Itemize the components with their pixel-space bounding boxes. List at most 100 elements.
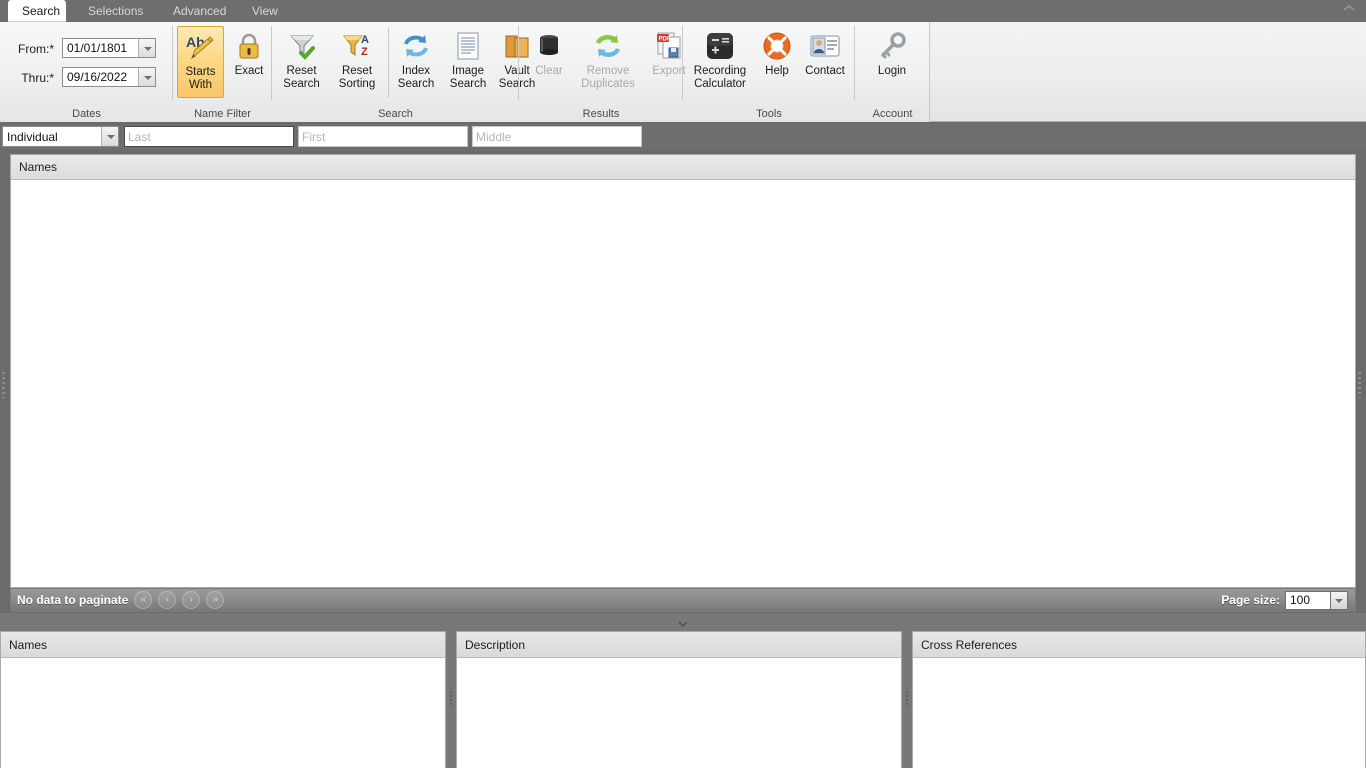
- tab-advanced-label: Advanced: [173, 4, 226, 18]
- thru-date-dropdown-icon[interactable]: [138, 68, 155, 86]
- detail-splitter-left[interactable]: [446, 631, 456, 768]
- reset-sorting-label-2: Sorting: [339, 78, 375, 91]
- life-ring-icon: [762, 30, 792, 62]
- splitter-collapse-icon[interactable]: [678, 621, 690, 628]
- padlock-icon: [236, 30, 262, 62]
- from-date-dropdown-icon[interactable]: [138, 39, 155, 57]
- index-search-label-1: Index: [402, 65, 430, 78]
- last-page-button[interactable]: »: [206, 591, 224, 609]
- starts-with-button[interactable]: Ab Starts With: [177, 26, 224, 98]
- exact-button[interactable]: Exact: [229, 26, 269, 78]
- group-label-name-filter: Name Filter: [173, 108, 272, 120]
- group-label-tools: Tools: [683, 108, 855, 120]
- pagination-message: No data to paginate: [17, 593, 128, 607]
- column-header-names[interactable]: Names: [11, 160, 57, 174]
- results-grid: Names: [10, 154, 1356, 588]
- first-name-input[interactable]: [298, 126, 468, 147]
- tab-selections[interactable]: Selections: [74, 0, 157, 22]
- starts-with-label-1: Starts: [185, 66, 215, 79]
- first-page-button[interactable]: «: [134, 591, 152, 609]
- reset-sorting-button[interactable]: A Z Reset Sorting: [330, 26, 384, 91]
- image-search-button[interactable]: Image Search: [443, 26, 493, 91]
- key-icon: [877, 30, 907, 62]
- group-label-account: Account: [855, 108, 930, 120]
- detail-panel-cross-references: Cross References: [912, 631, 1366, 768]
- page-size-dropdown-icon[interactable]: [1331, 591, 1348, 610]
- recycle-arrows-icon: [593, 30, 623, 62]
- recording-calculator-button[interactable]: Recording Calculator: [687, 26, 753, 91]
- detail-panel-names-header: Names: [1, 632, 445, 658]
- recording-calculator-label-1: Recording: [694, 65, 746, 78]
- contact-label: Contact: [805, 65, 845, 78]
- tab-search-label: Search: [22, 4, 60, 18]
- right-splitter-grip[interactable]: [1358, 372, 1361, 398]
- detail-panel-cross-references-title: Cross References: [913, 638, 1017, 652]
- page-size-value: 100: [1286, 593, 1330, 607]
- group-label-search: Search: [272, 108, 519, 120]
- detail-splitter-right[interactable]: [902, 631, 912, 768]
- chevron-up-icon[interactable]: [1343, 4, 1359, 18]
- ribbon-group-results: Clear Remove Duplicates: [519, 22, 683, 122]
- last-name-input[interactable]: [124, 126, 294, 147]
- thru-date-field[interactable]: 09/16/2022: [62, 67, 156, 87]
- exact-label: Exact: [235, 65, 264, 78]
- page-size-label: Page size:: [1221, 593, 1280, 607]
- tab-advanced[interactable]: Advanced: [159, 0, 240, 22]
- index-search-button[interactable]: Index Search: [391, 26, 441, 91]
- reset-sorting-label-1: Reset: [342, 65, 372, 78]
- login-button[interactable]: Login: [865, 26, 919, 78]
- image-search-label-2: Search: [450, 78, 486, 91]
- chevron-down-icon[interactable]: [101, 127, 118, 146]
- ribbon-group-name-filter: Ab Starts With Exact: [173, 22, 272, 122]
- ab-pencil-icon: Ab: [186, 31, 216, 63]
- group-label-results: Results: [519, 108, 683, 120]
- detail-panel-description: Description: [456, 631, 902, 768]
- help-button[interactable]: Help: [757, 26, 797, 78]
- detail-panel-description-header: Description: [457, 632, 901, 658]
- left-splitter-grip[interactable]: [2, 372, 5, 398]
- remove-duplicates-label-1: Remove: [587, 65, 630, 78]
- from-date-field[interactable]: 01/01/1801: [62, 38, 156, 58]
- reset-search-label-2: Search: [283, 78, 319, 91]
- svg-text:A: A: [361, 34, 369, 46]
- detail-panel-names: Names: [0, 631, 446, 768]
- funnel-check-icon: [287, 30, 317, 62]
- tab-search[interactable]: Search: [8, 0, 66, 22]
- remove-duplicates-button[interactable]: Remove Duplicates: [575, 26, 641, 91]
- detail-panel-description-title: Description: [457, 638, 525, 652]
- ribbon-group-tools: Recording Calculator Help: [683, 22, 855, 122]
- tab-view[interactable]: View: [238, 0, 292, 22]
- image-search-label-1: Image: [452, 65, 484, 78]
- tab-view-label: View: [252, 4, 278, 18]
- search-criteria-bar: Individual: [0, 124, 1366, 150]
- horizontal-splitter[interactable]: [0, 613, 1366, 631]
- ribbon-group-search: Reset Search A Z Reset Sorting: [272, 22, 519, 122]
- contact-card-icon: [810, 30, 840, 62]
- page-size-control: Page size: 100: [1221, 591, 1348, 610]
- group-label-dates: Dates: [0, 108, 173, 120]
- starts-with-label-2: With: [189, 79, 212, 92]
- pdf-export-icon: PDF: [655, 30, 683, 62]
- search-type-select[interactable]: Individual: [2, 126, 119, 147]
- results-grid-body[interactable]: [11, 180, 1355, 587]
- thru-label: Thru:*: [6, 71, 54, 85]
- ribbon-tab-bar: Search Selections Advanced View: [0, 0, 1366, 22]
- middle-name-input[interactable]: [472, 126, 642, 147]
- refresh-arrows-icon: [401, 30, 431, 62]
- reset-search-button[interactable]: Reset Search: [275, 26, 328, 91]
- ribbon: From:* 01/01/1801 Thru:* 09/16/2022 Date…: [0, 22, 1366, 122]
- svg-text:Z: Z: [361, 46, 368, 58]
- document-lines-icon: [456, 30, 480, 62]
- remove-duplicates-label-2: Duplicates: [581, 78, 635, 91]
- page-size-input[interactable]: 100: [1285, 591, 1331, 610]
- recording-calculator-label-2: Calculator: [694, 78, 746, 91]
- login-label: Login: [878, 65, 906, 78]
- svg-text:PDF: PDF: [659, 37, 671, 43]
- contact-button[interactable]: Contact: [799, 26, 851, 78]
- prev-page-button[interactable]: ‹: [158, 591, 176, 609]
- detail-panel-cross-references-header: Cross References: [913, 632, 1365, 658]
- next-page-button[interactable]: ›: [182, 591, 200, 609]
- clear-button[interactable]: Clear: [525, 26, 573, 78]
- export-label: Export: [652, 65, 685, 78]
- calculator-icon: [704, 30, 736, 62]
